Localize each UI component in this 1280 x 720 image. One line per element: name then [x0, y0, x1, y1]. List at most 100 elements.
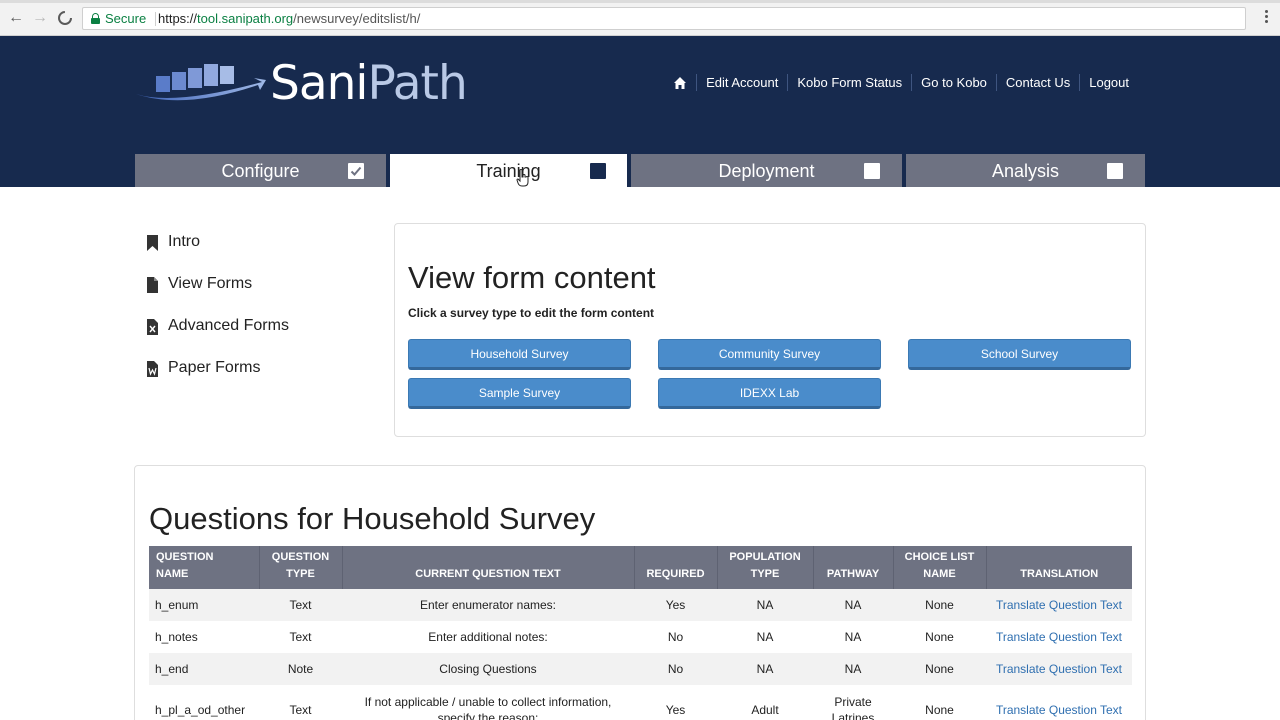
checkbox-checked-icon	[348, 163, 364, 179]
table-row: h_notes Text Enter additional notes: No …	[149, 621, 1132, 653]
questions-table: QUESTION NAME QUESTION TYPE CURRENT QUESTI…	[149, 546, 1132, 720]
forward-arrow-icon[interactable]: →	[31, 9, 49, 27]
cell-choice-list: None	[893, 589, 986, 621]
translate-question-link[interactable]: Translate Question Text	[986, 685, 1132, 720]
sidebar-item-label: Paper Forms	[168, 359, 261, 376]
school-survey-button[interactable]: School Survey	[908, 339, 1131, 370]
logo-wordmark: SaniPath	[270, 56, 468, 111]
form-content-title: View form content	[408, 260, 656, 295]
browser-toolbar: ← → Secure https://tool.sanipath.org/new…	[0, 0, 1280, 36]
back-arrow-icon[interactable]: ←	[7, 9, 25, 27]
home-icon	[674, 76, 687, 89]
sidebar-item-label: Advanced Forms	[168, 317, 289, 334]
cell-pathway: NA	[844, 630, 862, 644]
column-header-question-type[interactable]: QUESTION TYPE	[259, 546, 343, 589]
cell-required: Yes	[634, 589, 717, 621]
cell-choice-list: None	[893, 653, 986, 685]
form-content-subtitle: Click a survey type to edit the form con…	[408, 306, 655, 320]
nav-kobo-form-status[interactable]: Kobo Form Status	[787, 74, 911, 91]
cell-question-text: Enter additional notes:	[428, 630, 548, 644]
table-row: h_end Note Closing Questions No NA NA No…	[149, 653, 1132, 685]
header-line: TYPE	[750, 568, 780, 580]
sample-survey-button[interactable]: Sample Survey	[408, 378, 631, 409]
table-row: h_pl_a_od_other Text If not applicable /…	[149, 685, 1132, 720]
header-line: TYPE	[286, 568, 315, 580]
address-bar[interactable]: Secure https://tool.sanipath.org/newsurv…	[82, 7, 1246, 30]
logo-graphic-icon	[136, 64, 266, 101]
header-line: POPULATION	[729, 551, 801, 563]
cell-question-type: Note	[259, 653, 342, 685]
column-header-population-type[interactable]: POPULATION TYPE	[717, 546, 814, 589]
file-icon	[147, 277, 158, 293]
column-header-choice-list-name[interactable]: CHOICE LIST NAME	[893, 546, 987, 589]
sanipath-logo[interactable]: SaniPath	[134, 54, 468, 114]
sidebar: Intro View Forms Advanced Forms Paper Fo…	[146, 232, 289, 400]
tab-configure[interactable]: Configure	[135, 154, 386, 187]
url-scheme: https://	[158, 11, 198, 26]
cell-choice-list: None	[925, 703, 954, 717]
bookmark-icon	[147, 235, 158, 251]
tab-deployment[interactable]: Deployment	[631, 154, 902, 187]
url-text[interactable]: https://tool.sanipath.org/newsurvey/edit…	[158, 11, 420, 26]
column-header-translation[interactable]: TRANSLATION	[986, 546, 1132, 589]
cell-population-type: NA	[717, 589, 813, 621]
cell-question-type: Text	[259, 589, 342, 621]
cell-question-type: Text	[289, 703, 312, 717]
questions-panel: Questions for Household Survey QUESTION N…	[134, 465, 1146, 720]
sidebar-item-label: Intro	[168, 233, 201, 250]
cell-population-type: Adult	[751, 703, 779, 717]
nav-edit-account[interactable]: Edit Account	[696, 74, 787, 91]
cell-question-name: h_enum	[149, 589, 259, 621]
cell-pathway: NA	[813, 653, 893, 685]
excel-file-icon	[147, 319, 158, 335]
cell-question-text: If not applicable / unable to collect in…	[364, 695, 612, 720]
cell-required: Yes	[665, 703, 686, 717]
idexx-lab-button[interactable]: IDEXX Lab	[658, 378, 881, 409]
logo-text-sani: Sani	[270, 56, 368, 111]
column-header-current-question-text[interactable]: CURRENT QUESTION TEXT	[342, 546, 635, 589]
cell-population-type: NA	[756, 630, 774, 644]
column-header-pathway[interactable]: PATHWAY	[813, 546, 894, 589]
home-link[interactable]	[664, 76, 696, 90]
url-path: /newsurvey/editslist/h/	[293, 11, 421, 26]
cell-question-text: Enter enumerator names:	[342, 589, 634, 621]
sidebar-item-label: View Forms	[168, 275, 253, 292]
tab-deployment-label: Deployment	[718, 161, 815, 181]
loading-spinner-icon[interactable]	[56, 9, 74, 27]
checkbox-empty-icon	[1107, 163, 1123, 179]
cell-population-type: NA	[717, 653, 813, 685]
translate-question-link[interactable]: Translate Question Text	[986, 589, 1132, 621]
community-survey-button[interactable]: Community Survey	[658, 339, 881, 370]
checkbox-filled-icon	[590, 163, 606, 179]
cell-question-type: Text	[289, 630, 312, 644]
column-header-required[interactable]: REQUIRED	[634, 546, 718, 589]
lock-icon	[91, 13, 100, 24]
cell-choice-list: None	[925, 630, 954, 644]
form-content-panel: View form content Click a survey type to…	[394, 223, 1146, 437]
household-survey-button[interactable]: Household Survey	[408, 339, 631, 370]
header-line: TRANSLATION	[1020, 568, 1099, 580]
sidebar-item-intro[interactable]: Intro	[146, 232, 289, 274]
cell-pathway: NA	[813, 589, 893, 621]
nav-contact-us[interactable]: Contact Us	[995, 74, 1079, 91]
table-row: h_enum Text Enter enumerator names: Yes …	[149, 589, 1132, 621]
header-line: NAME	[156, 568, 189, 580]
tab-training[interactable]: Training	[390, 154, 627, 187]
sidebar-item-advanced-forms[interactable]: Advanced Forms	[146, 316, 289, 358]
header-line: QUESTION	[156, 551, 214, 563]
header-line: PATHWAY	[826, 568, 880, 580]
nav-logout[interactable]: Logout	[1079, 74, 1138, 91]
tab-strip	[0, 0, 1280, 3]
tab-analysis[interactable]: Analysis	[906, 154, 1145, 187]
sidebar-item-paper-forms[interactable]: Paper Forms	[146, 358, 289, 400]
cell-pathway: Private Latrines	[831, 695, 875, 720]
column-header-question-name[interactable]: QUESTION NAME	[149, 546, 260, 589]
translate-question-link[interactable]: Translate Question Text	[986, 653, 1132, 685]
header-line: QUESTION	[271, 551, 330, 563]
sidebar-item-view-forms[interactable]: View Forms	[146, 274, 289, 316]
hand-cursor-icon	[516, 169, 529, 187]
browser-menu-icon[interactable]	[1265, 10, 1269, 26]
translate-question-link[interactable]: Translate Question Text	[986, 621, 1132, 653]
nav-go-to-kobo[interactable]: Go to Kobo	[911, 74, 996, 91]
header-line: REQUIRED	[646, 568, 705, 580]
